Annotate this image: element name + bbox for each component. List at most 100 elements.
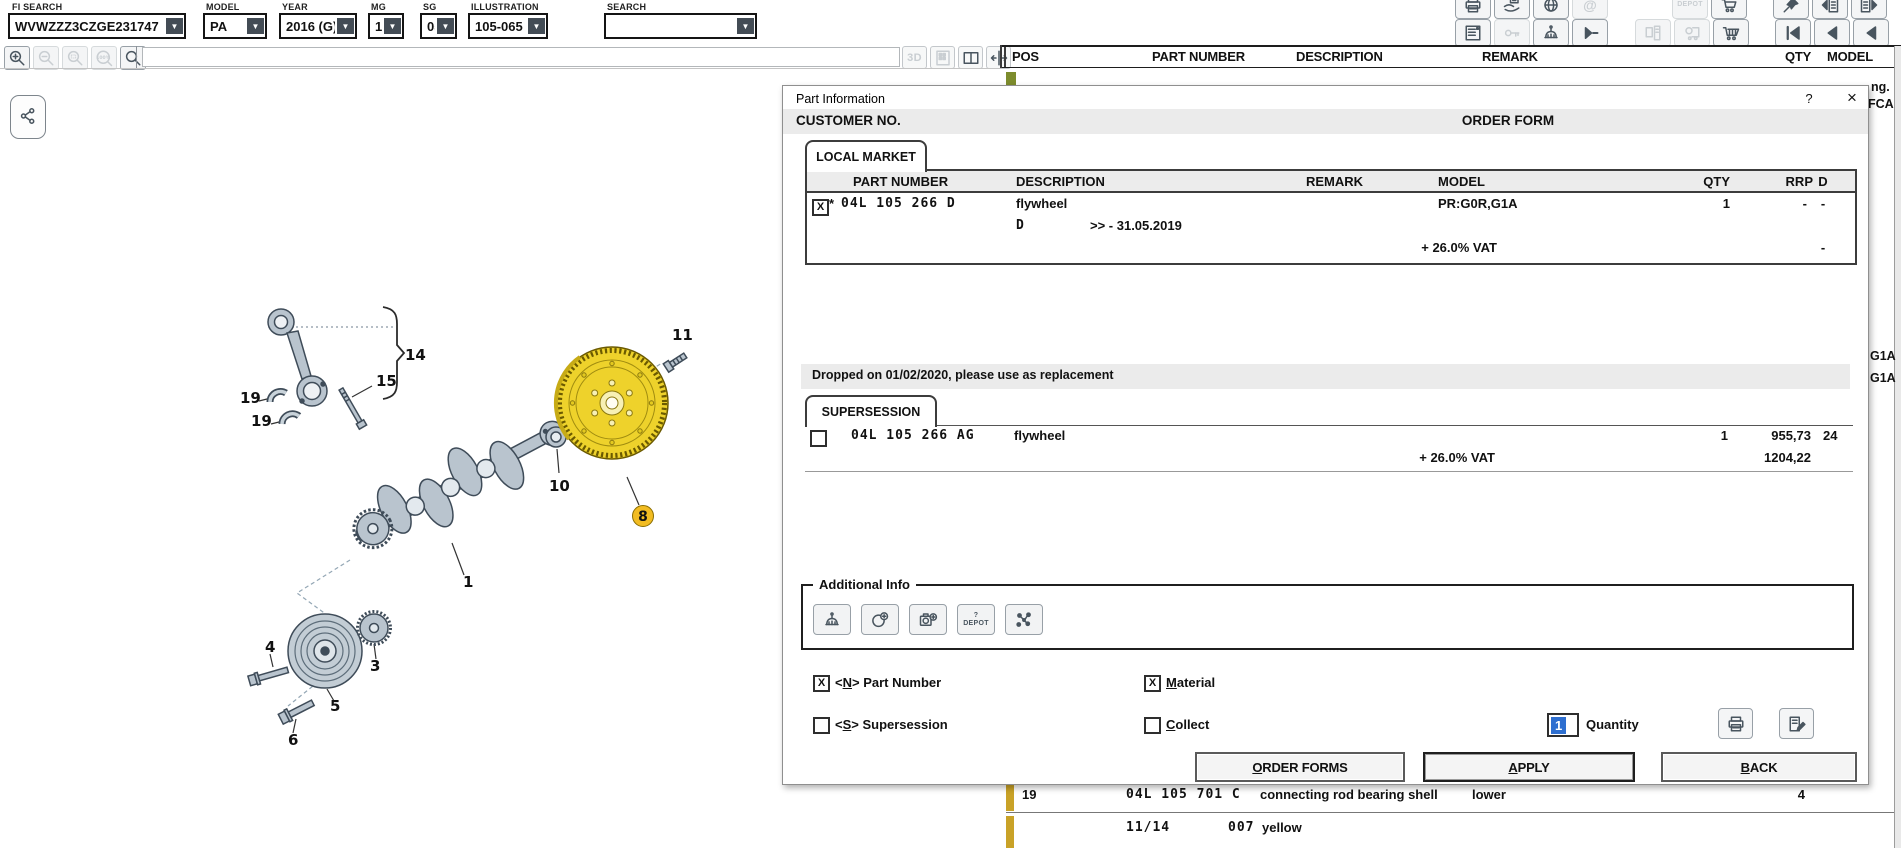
part-row-qty: 1: [1687, 196, 1730, 211]
terminal-icon: [1635, 19, 1671, 47]
hand-money-icon[interactable]: [1494, 0, 1530, 19]
callout-19b[interactable]: 19: [251, 412, 272, 430]
local-market-table: PART NUMBER DESCRIPTION REMARK MODEL QTY…: [805, 169, 1857, 265]
part-number-checkbox[interactable]: X: [813, 675, 830, 692]
callout-11[interactable]: 11: [672, 326, 693, 344]
quantity-input[interactable]: 1: [1547, 713, 1579, 737]
additional-info-box: Additional Info ?DEPOT: [801, 584, 1854, 650]
col-qty[interactable]: QTY: [1785, 49, 1811, 64]
order-forms-button[interactable]: ORDER FORMS: [1195, 752, 1405, 782]
callout-19a[interactable]: 19: [240, 389, 261, 407]
additional-info-label: Additional Info: [813, 577, 916, 592]
crown-icon[interactable]: [813, 604, 851, 635]
dialog-close-button[interactable]: ×: [1843, 88, 1861, 108]
play-minus-icon[interactable]: [1572, 19, 1608, 47]
col-description[interactable]: DESCRIPTION: [1296, 49, 1383, 64]
dropped-notice: Dropped on 01/02/2020, please use as rep…: [812, 368, 1114, 382]
crown-icon[interactable]: [1533, 19, 1569, 47]
callout-10[interactable]: 10: [549, 477, 570, 495]
part-number-option-label: <N> Part Number: [835, 675, 941, 690]
globe-tools-icon[interactable]: [1533, 0, 1569, 19]
callout-15[interactable]: 15: [376, 372, 397, 390]
material-checkbox[interactable]: X: [1144, 675, 1161, 692]
col-model[interactable]: MODEL: [1827, 49, 1873, 64]
back-button[interactable]: BACK: [1661, 752, 1857, 782]
col-part-number[interactable]: PART NUMBER: [1152, 49, 1245, 64]
pushpin-icon[interactable]: [1773, 0, 1809, 19]
flywheel-part-highlight[interactable]: [556, 347, 668, 459]
row-part-number[interactable]: 04L 105 701 C: [1126, 787, 1241, 802]
scrollbar[interactable]: [1894, 46, 1901, 848]
parts-list-icon[interactable]: [1455, 19, 1491, 47]
row-color-code: 007: [1228, 820, 1254, 835]
callout-8: 8: [638, 509, 648, 525]
row-separator: [1006, 812, 1894, 813]
depot-query-icon[interactable]: ?DEPOT: [957, 604, 995, 635]
callout-3[interactable]: 3: [370, 657, 380, 675]
apply-button[interactable]: APPLY: [1423, 752, 1635, 782]
supersession-qty: 1: [1685, 428, 1728, 443]
printer-icon[interactable]: [1718, 708, 1753, 739]
printer-icon[interactable]: [1455, 0, 1491, 19]
callout-5[interactable]: 5: [330, 697, 340, 715]
toolbar-row2-group1: [1455, 19, 1608, 47]
part-row-d: -: [1812, 196, 1834, 211]
supersession-checkbox[interactable]: [810, 430, 827, 447]
page-next-icon[interactable]: [1851, 0, 1887, 19]
supersession-rrp: 955,73: [1745, 428, 1811, 443]
nav-first-icon[interactable]: [1775, 19, 1811, 47]
callout-14[interactable]: 14: [405, 346, 426, 364]
toolbar-row1-group1: @: [1455, 0, 1608, 19]
circle-plus-icon[interactable]: [861, 604, 899, 635]
table-header: PART NUMBER DESCRIPTION REMARK MODEL QTY…: [807, 171, 1855, 193]
row-accent-bar: [1006, 785, 1014, 811]
callout-8-badge[interactable]: 8: [633, 506, 654, 527]
key-icon: [1494, 19, 1530, 47]
row-marker: [1006, 72, 1016, 85]
part-row-checkbox[interactable]: X: [812, 199, 829, 216]
clipped-model-text: G1A: [1870, 349, 1896, 363]
dialog-tool-buttons: [1718, 708, 1814, 739]
callout-6[interactable]: 6: [288, 731, 298, 749]
clipped-model-text: ng.: [1871, 80, 1890, 94]
tab-local-market[interactable]: LOCAL MARKET: [805, 140, 927, 172]
row-part-range: 11/14: [1126, 820, 1170, 835]
hdr-d: D: [1815, 174, 1831, 189]
scatter-icon[interactable]: [1005, 604, 1043, 635]
nav-prev-icon[interactable]: [1814, 19, 1850, 47]
supersession-table: 04L 105 266 AG flywheel 1 955,73 24 + 26…: [805, 425, 1853, 472]
callout-1[interactable]: 1: [463, 573, 473, 591]
dialog-title: Part Information: [796, 92, 885, 106]
tab-supersession[interactable]: SUPERSESSION: [805, 395, 937, 427]
camera-plus-icon[interactable]: [909, 604, 947, 635]
additional-info-icons: ?DEPOT: [813, 604, 1043, 635]
part-row-number[interactable]: 04L 105 266 D: [841, 196, 956, 211]
callout-4[interactable]: 4: [265, 638, 275, 656]
dialog-help-button[interactable]: ?: [1801, 91, 1817, 106]
edit-icon[interactable]: [1779, 708, 1814, 739]
part-row-validity: >> - 31.05.2019: [1090, 218, 1182, 233]
table-top-line: [1002, 45, 1901, 47]
supersession-vat-label: + 26.0% VAT: [1205, 450, 1495, 465]
shopping-cart-icon[interactable]: [1713, 19, 1749, 47]
toolbar-row2-group2: [1635, 19, 1749, 47]
supersession-option-checkbox[interactable]: [813, 717, 830, 734]
collect-checkbox[interactable]: [1144, 717, 1161, 734]
page-prev-icon[interactable]: [1812, 0, 1848, 19]
cart-small-icon[interactable]: [1711, 0, 1747, 19]
at-icon: @: [1572, 0, 1608, 19]
supersession-separator: [805, 471, 1853, 472]
supersession-discount: 24: [1823, 428, 1837, 443]
hdr-remark: REMARK: [1306, 174, 1363, 189]
toolbar-row1-group2: DEPOT: [1672, 0, 1747, 19]
col-remark[interactable]: REMARK: [1482, 49, 1538, 64]
hdr-rrp: RRP: [1767, 174, 1813, 189]
col-pos[interactable]: POS: [1012, 49, 1039, 64]
part-row-model: PR:G0R,G1A: [1438, 196, 1517, 211]
nav-back-icon[interactable]: [1853, 19, 1889, 47]
supersession-part-number[interactable]: 04L 105 266 AG: [851, 428, 975, 443]
row-qty: 4: [1760, 787, 1805, 802]
hdr-model: MODEL: [1438, 174, 1485, 189]
material-option-label: Material: [1166, 675, 1215, 690]
service-cart-icon: [1674, 19, 1710, 47]
